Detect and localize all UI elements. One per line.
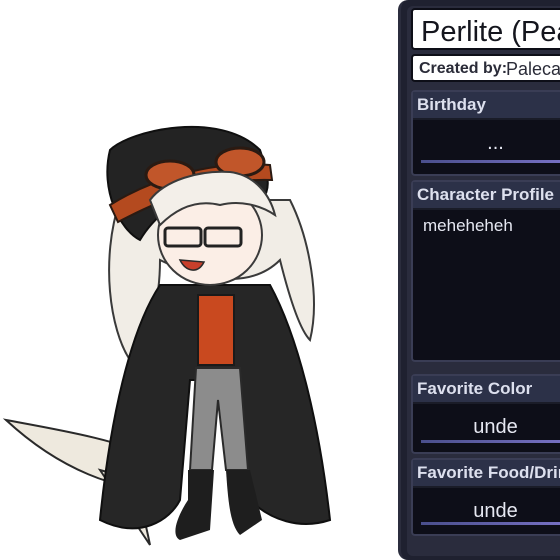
birthday-label: Birthday: [417, 95, 486, 114]
favorite-color-underline: [421, 440, 560, 443]
created-by-label: Created by:: [419, 60, 508, 77]
panel-body: Perlite (Pea Created by: Paleca Birthday…: [407, 6, 560, 556]
character-info-panel: Perlite (Pea Created by: Paleca Birthday…: [398, 0, 560, 560]
birthday-field[interactable]: Birthday ...: [411, 90, 560, 176]
character-sprite: [2, 125, 332, 546]
profile-label: Character Profile: [417, 185, 554, 204]
birthday-value: ...: [487, 132, 504, 154]
profile-field[interactable]: Character Profile meheheheh: [411, 180, 560, 362]
profile-value: meheheheh: [423, 216, 513, 235]
character-name-bar[interactable]: Perlite (Pea: [411, 8, 560, 50]
character-stage: [0, 0, 400, 560]
character-name: Perlite (Pea: [421, 16, 560, 48]
favorite-color-label: Favorite Color: [417, 379, 533, 398]
shirt: [197, 294, 235, 366]
profile-header: Character Profile: [413, 182, 560, 210]
favorite-food-label: Favorite Food/Drink: [417, 463, 560, 482]
favorite-color-value: unde: [473, 416, 518, 438]
favorite-food-field[interactable]: Favorite Food/Drink unde: [411, 458, 560, 536]
favorite-color-header: Favorite Color: [413, 376, 560, 404]
favorite-food-underline: [421, 522, 560, 525]
birthday-underline: [421, 160, 560, 163]
favorite-food-value: unde: [473, 500, 518, 522]
created-by-bar: Created by: Paleca: [411, 54, 560, 82]
created-by-value: Paleca: [506, 59, 560, 79]
favorite-food-header: Favorite Food/Drink: [413, 460, 560, 488]
pants: [188, 367, 250, 471]
favorite-color-field[interactable]: Favorite Color unde: [411, 374, 560, 454]
birthday-header: Birthday: [413, 92, 560, 120]
